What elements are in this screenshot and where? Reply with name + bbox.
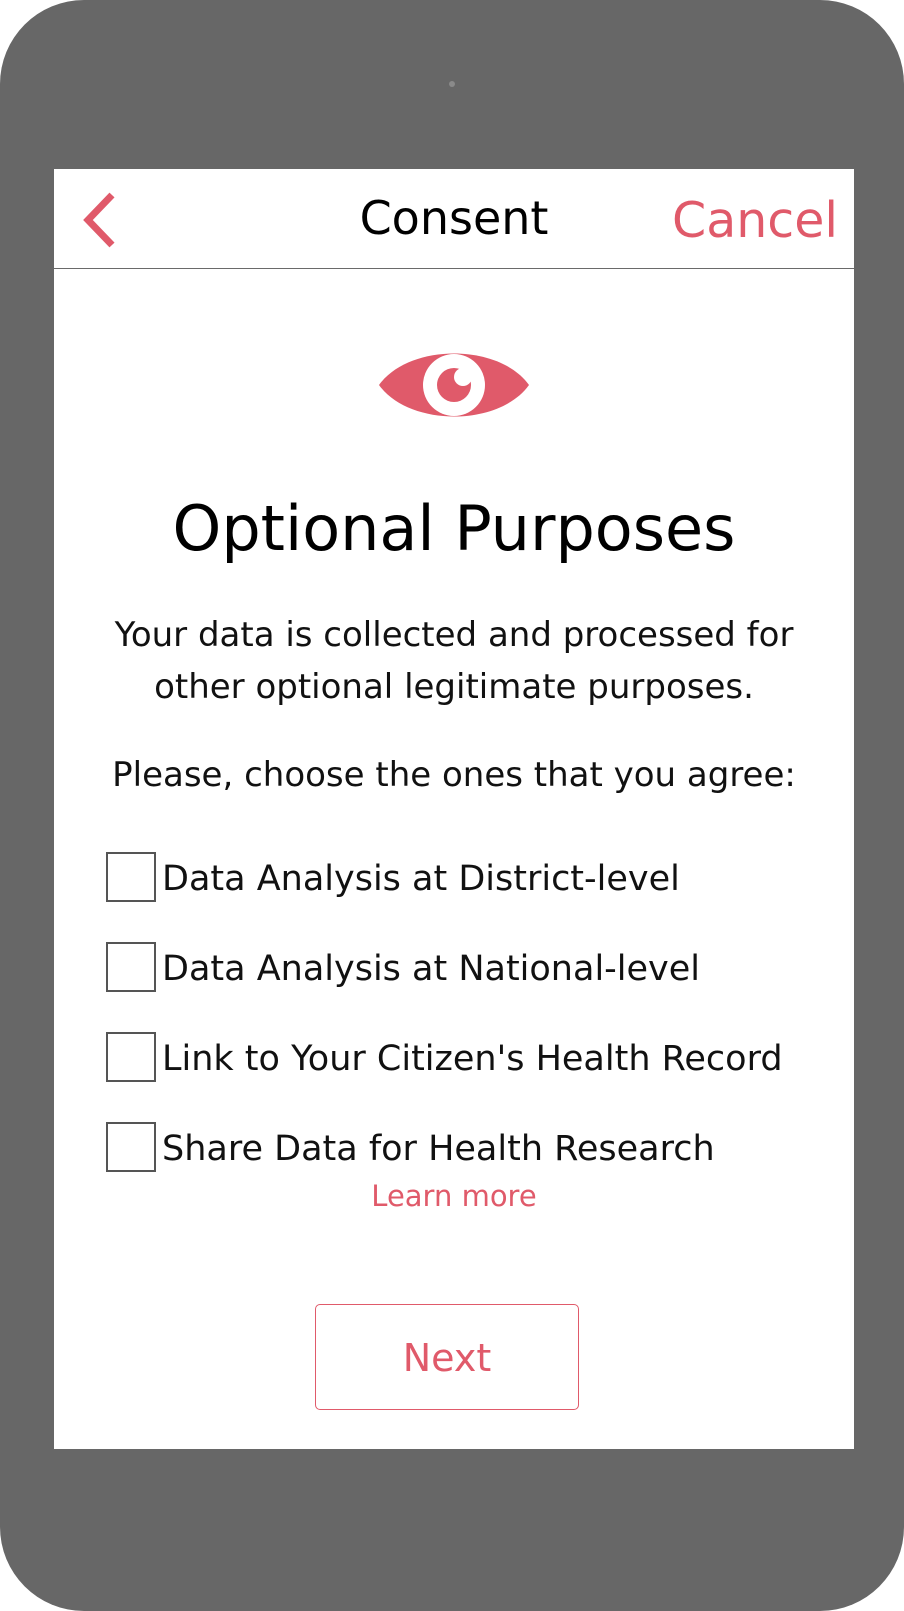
learn-more-link[interactable]: Learn more bbox=[54, 1174, 854, 1218]
device-frame: Consent Cancel Optional Purposes Your da… bbox=[0, 0, 904, 1611]
option-label: Data Analysis at National-level bbox=[162, 949, 701, 989]
checkbox[interactable] bbox=[106, 942, 156, 992]
app-screen: Consent Cancel Optional Purposes Your da… bbox=[54, 169, 854, 1449]
option-label: Data Analysis at District-level bbox=[162, 859, 680, 899]
back-button[interactable] bbox=[78, 189, 128, 251]
option-label: Share Data for Health Research bbox=[162, 1129, 715, 1169]
option-national-analysis[interactable]: Data Analysis at National-level bbox=[106, 942, 846, 992]
option-district-analysis[interactable]: Data Analysis at District-level bbox=[106, 852, 846, 902]
option-health-research[interactable]: Share Data for Health Research bbox=[106, 1122, 846, 1172]
checkbox[interactable] bbox=[106, 852, 156, 902]
description-text: Your data is collected and processed for… bbox=[114, 615, 794, 707]
section-heading: Optional Purposes bbox=[172, 492, 736, 565]
option-label: Link to Your Citizen's Health Record bbox=[162, 1039, 783, 1079]
camera-dot bbox=[449, 81, 455, 87]
eye-icon bbox=[379, 353, 529, 417]
next-button[interactable]: Next bbox=[315, 1304, 579, 1410]
chevron-left-icon bbox=[83, 192, 115, 248]
checkbox[interactable] bbox=[106, 1032, 156, 1082]
checkbox[interactable] bbox=[106, 1122, 156, 1172]
choice-prompt: Please, choose the ones that you agree: bbox=[112, 755, 796, 795]
option-health-record-link[interactable]: Link to Your Citizen's Health Record bbox=[106, 1032, 846, 1082]
navigation-bar: Consent Cancel bbox=[54, 169, 854, 269]
cancel-button[interactable]: Cancel bbox=[672, 169, 838, 268]
